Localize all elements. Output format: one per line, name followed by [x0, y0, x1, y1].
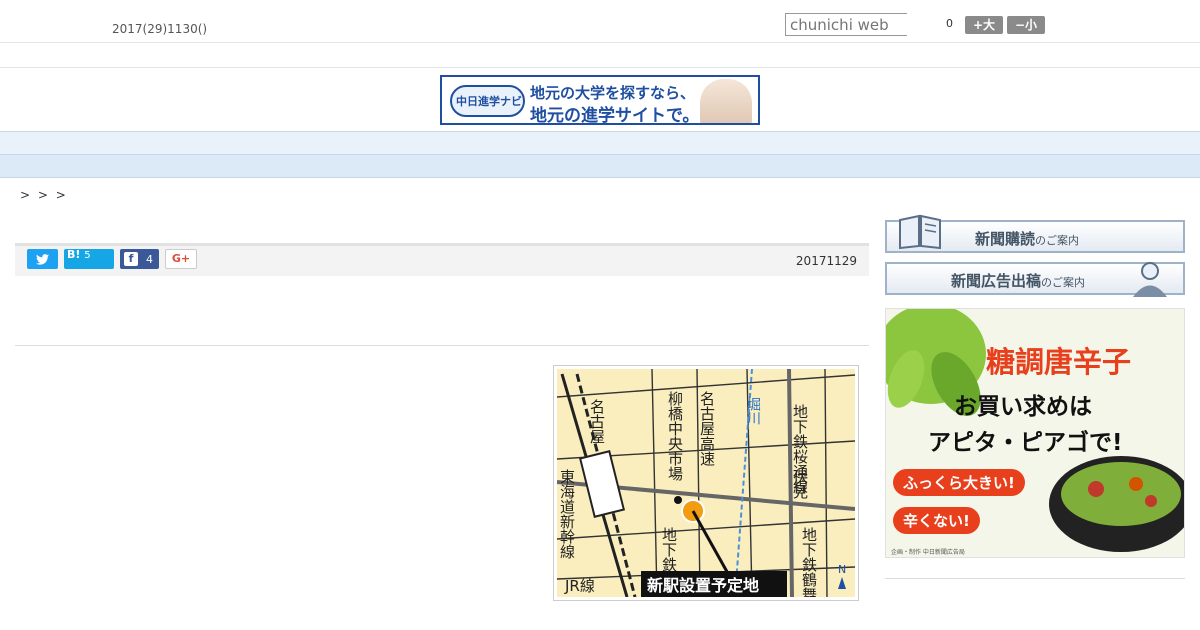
label-yanagibashi: 柳橋中央市場	[666, 391, 684, 481]
nav-item-5[interactable]	[487, 136, 527, 151]
hatena-count: 5	[84, 250, 91, 261]
breadcrumb[interactable]: > > >	[20, 188, 68, 202]
label-tokaido: 東海道新幹線	[558, 469, 576, 559]
ad-title: 糖調唐辛子	[986, 345, 1132, 379]
google-plus-share-button[interactable]: G+	[165, 249, 197, 269]
banner-headline-2: 地元の進学サイトで。	[530, 106, 700, 125]
advertising-info-button[interactable]: 新聞広告出稿のご案内	[885, 262, 1185, 297]
ad-pill-1: ふっくら大きい!	[893, 469, 1025, 496]
ad-line-2: お買い求めは	[954, 394, 1092, 420]
current-date: 2017(29)1130()	[112, 22, 208, 36]
banner-person-image	[700, 79, 752, 123]
nav-item-6[interactable]	[567, 136, 607, 151]
sidebar-divider	[885, 578, 1185, 579]
market-marker	[674, 496, 682, 504]
publish-date: 20171129	[795, 254, 857, 268]
label-new-station: 新駅設置予定地	[647, 576, 759, 595]
ad-pill-2: 辛くない!	[893, 507, 980, 534]
content-divider	[15, 345, 869, 346]
nav-item-3[interactable]	[327, 136, 367, 151]
label-jr: JR線	[564, 577, 595, 595]
share-bar: B! 5 f 4 G+ 20171129	[15, 246, 869, 276]
nav-item-4[interactable]	[407, 136, 447, 151]
pepper-ad-banner[interactable]: 糖調唐辛子 お買い求めは アピタ・ピアゴで! ふっくら大きい! 辛くない! 企画…	[885, 308, 1185, 558]
sub-nav	[0, 155, 1200, 178]
banner-logo: 中日進学ナビ	[450, 85, 525, 117]
advertising-small-text: のご案内	[1041, 276, 1086, 289]
label-expressway: 名古屋高速	[698, 391, 716, 467]
twitter-icon	[36, 253, 49, 265]
top-bar: 2017(29)1130() 0 +大 −小	[0, 0, 1200, 43]
nav-item-7[interactable]	[647, 136, 687, 151]
newspaper-book-icon	[899, 214, 941, 250]
google-plus-icon: G+	[171, 252, 191, 265]
label-horikawa: 堀川	[745, 397, 761, 425]
nav-item-8[interactable]	[727, 136, 767, 151]
advertising-main-text: 新聞広告出稿	[951, 272, 1042, 290]
label-tsurumai: 地下鉄鶴舞線	[800, 527, 818, 597]
ad-line-3: アピタ・ピアゴで!	[928, 430, 1123, 456]
facebook-count: 4	[146, 253, 153, 266]
person-icon	[1133, 262, 1167, 297]
count-badge: 0	[946, 17, 953, 30]
twitter-share-button[interactable]	[27, 249, 58, 269]
banner-logo-text: 中日進学ナビ	[456, 95, 522, 108]
main-nav	[0, 131, 1200, 155]
nav-item-1[interactable]	[167, 136, 207, 151]
map-image: 名古屋 東海道新幹線 柳橋中央市場 名古屋高速 堀川 地下鉄桜通線 伏見 地下鉄…	[557, 369, 855, 597]
subscription-label: 新聞購読のご案内	[975, 228, 1079, 249]
article-map[interactable]: 名古屋 東海道新幹線 柳橋中央市場 名古屋高速 堀川 地下鉄桜通線 伏見 地下鉄…	[553, 365, 859, 601]
nav-item-9[interactable]	[807, 136, 847, 151]
sub-header-bar	[0, 43, 1200, 68]
hatena-bookmark-button[interactable]: B! 5	[64, 249, 114, 269]
facebook-share-button[interactable]: f 4	[120, 249, 159, 269]
nav-item-2[interactable]	[247, 136, 287, 151]
search-input[interactable]	[785, 13, 907, 36]
font-size-large-button[interactable]: +大	[965, 16, 1003, 34]
facebook-icon: f	[124, 252, 138, 266]
label-nagoya: 名古屋	[588, 399, 606, 444]
subscription-small-text: のご案内	[1035, 234, 1080, 247]
label-fushimi: 伏見	[791, 469, 809, 500]
north-icon: N	[838, 563, 846, 576]
banner-headline-1: 地元の大学を探すなら、	[530, 84, 696, 102]
hatena-icon: B!	[67, 248, 81, 261]
shingaku-navi-banner[interactable]: 中日進学ナビ 地元の大学を探すなら、 地元の進学サイトで。	[440, 75, 760, 125]
ad-credit: 企画・制作 中日新聞広告局	[891, 549, 965, 556]
advertising-label: 新聞広告出稿のご案内	[951, 270, 1085, 291]
subscription-main-text: 新聞購読	[975, 230, 1036, 248]
subscription-info-button[interactable]: 新聞購読のご案内	[885, 214, 1185, 253]
font-size-small-button[interactable]: −小	[1007, 16, 1045, 34]
